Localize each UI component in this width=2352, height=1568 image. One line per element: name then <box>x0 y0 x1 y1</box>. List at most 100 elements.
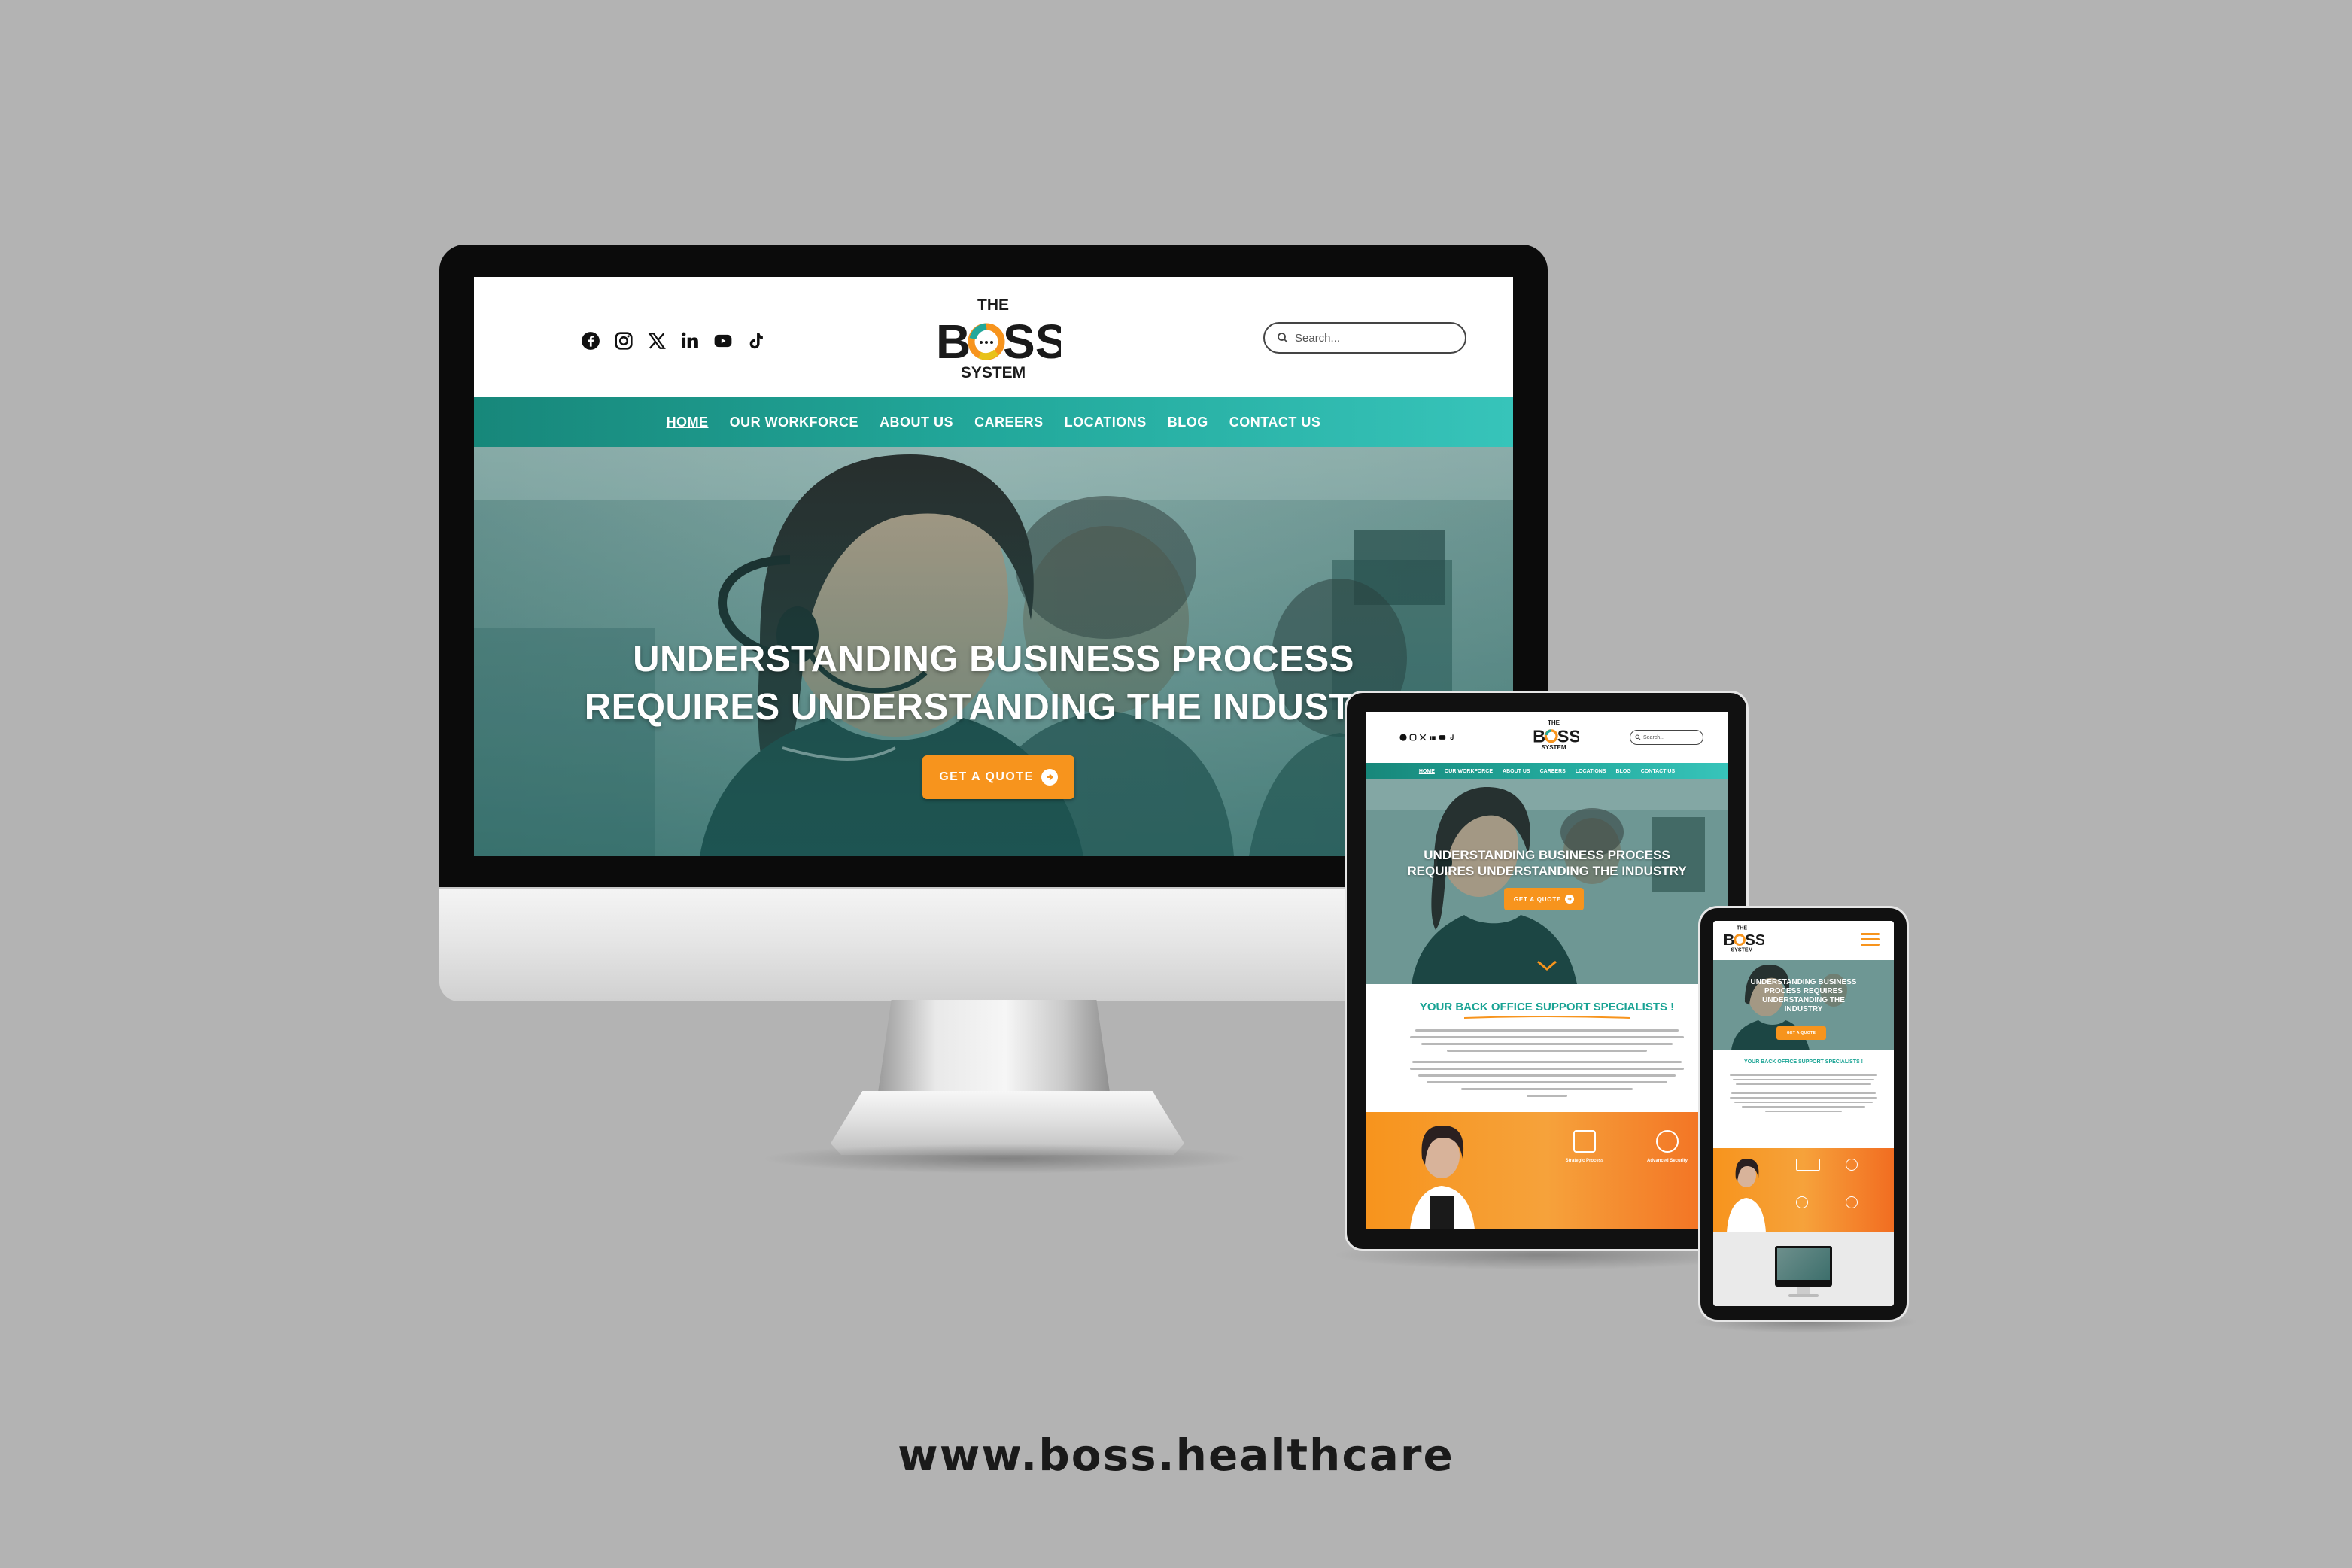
phone-hero-line-3: UNDERSTANDING THE <box>1762 996 1845 1004</box>
phone-hero: UNDERSTANDING BUSINESS PROCESS REQUIRES … <box>1713 960 1894 1050</box>
tablet-feature-1: Strategic Process <box>1554 1130 1615 1198</box>
site-header: THE B SS SYSTEM Search... <box>474 277 1513 397</box>
tablet-get-a-quote-button[interactable]: GET A QUOTE <box>1504 888 1584 910</box>
get-a-quote-label: GET A QUOTE <box>939 770 1034 783</box>
phone-hero-line-4: INDUSTRY <box>1784 1005 1823 1013</box>
shield-icon <box>1846 1159 1858 1171</box>
tablet-intro-title: YOUR BACK OFFICE SUPPORT SPECIALISTS ! <box>1419 1001 1675 1013</box>
tablet-person-image <box>1410 1126 1475 1229</box>
arrow-right-icon <box>1565 895 1575 904</box>
phone-intro-section: YOUR BACK OFFICE SUPPORT SPECIALISTS ! <box>1713 1050 1894 1148</box>
svg-text:SS: SS <box>1003 315 1061 369</box>
document-icon <box>1796 1159 1820 1171</box>
phone-screen: THE B SS SYSTEM UNDERSTANDING BUSINESS P… <box>1713 921 1894 1306</box>
tablet-hero-photo <box>1366 779 1728 984</box>
youtube-icon[interactable] <box>710 330 736 352</box>
tablet-feature-1-title: Strategic Process <box>1565 1159 1604 1163</box>
tablet-features-band: Strategic Process Advanced Security <box>1366 1112 1728 1229</box>
x-icon[interactable] <box>644 330 670 352</box>
tablet-hero: UNDERSTANDING BUSINESS PROCESS REQUIRES … <box>1366 779 1728 984</box>
youtube-icon[interactable] <box>1439 734 1446 741</box>
tablet-nav-careers[interactable]: CAREERS <box>1540 769 1566 774</box>
tablet-nav-our-workforce[interactable]: OUR WORKFORCE <box>1445 769 1493 774</box>
tablet-hero-headline: UNDERSTANDING BUSINESS PROCESS REQUIRES … <box>1366 847 1728 879</box>
tablet-nav-blog[interactable]: BLOG <box>1616 769 1631 774</box>
linkedin-icon[interactable] <box>677 330 703 352</box>
tablet-screen: THE B SS SYSTEM Search... HOME OUR WORKF… <box>1366 712 1728 1229</box>
boss-logo[interactable]: THE B SS SYSTEM <box>1529 718 1579 752</box>
tablet-nav-about-us[interactable]: ABOUT US <box>1503 769 1530 774</box>
tablet-get-a-quote-label: GET A QUOTE <box>1513 895 1562 903</box>
nav-item-home[interactable]: HOME <box>667 415 709 430</box>
svg-text:B: B <box>936 315 971 369</box>
x-icon[interactable] <box>1419 734 1427 741</box>
nav-item-blog[interactable]: BLOG <box>1168 415 1208 430</box>
svg-text:SS: SS <box>1557 726 1579 746</box>
monitor-shadow <box>760 1144 1249 1174</box>
phone-hero-line-1: UNDERSTANDING BUSINESS <box>1750 978 1857 986</box>
shield-icon <box>1656 1130 1679 1153</box>
instagram-icon[interactable] <box>1409 734 1417 741</box>
nav-item-locations[interactable]: LOCATIONS <box>1065 415 1147 430</box>
get-a-quote-button[interactable]: GET A QUOTE <box>922 755 1074 799</box>
tiktok-icon[interactable] <box>743 330 769 352</box>
tablet-hero-line-2: REQUIRES UNDERSTANDING THE INDUSTRY <box>1407 864 1687 878</box>
nav-item-contact-us[interactable]: CONTACT US <box>1229 415 1321 430</box>
tablet-nav-contact-us[interactable]: CONTACT US <box>1641 769 1675 774</box>
hamburger-menu-icon[interactable] <box>1861 933 1880 947</box>
mini-monitor-base <box>1788 1294 1819 1297</box>
svg-text:B: B <box>1724 931 1735 949</box>
hero-line-1: UNDERSTANDING BUSINESS PROCESS <box>633 639 1354 679</box>
tablet-nav-locations[interactable]: LOCATIONS <box>1576 769 1606 774</box>
title-underline <box>1464 1016 1630 1019</box>
svg-text:THE: THE <box>1548 719 1560 726</box>
mini-monitor-image <box>1775 1246 1832 1287</box>
tablet-nav-home[interactable]: HOME <box>1419 769 1435 774</box>
tablet-feature-2-title: Advanced Security <box>1646 1159 1688 1163</box>
phone-bottom-section <box>1713 1232 1894 1306</box>
chevron-down-icon[interactable] <box>1536 960 1557 971</box>
phone-person-image <box>1727 1159 1766 1232</box>
phone-get-a-quote-label: GET A QUOTE <box>1786 1031 1816 1035</box>
facebook-icon[interactable] <box>578 330 603 352</box>
document-icon <box>1573 1130 1596 1153</box>
search-icon <box>1278 333 1288 343</box>
boss-logo[interactable]: THE B SS SYSTEM <box>1719 924 1764 954</box>
social-links <box>578 330 769 352</box>
headset-icon <box>1846 1196 1858 1208</box>
nav-item-about-us[interactable]: ABOUT US <box>880 415 953 430</box>
search-box[interactable]: Search... <box>1263 322 1466 354</box>
facebook-icon[interactable] <box>1399 734 1407 741</box>
nav-item-our-workforce[interactable]: OUR WORKFORCE <box>730 415 859 430</box>
globe-icon <box>1796 1196 1808 1208</box>
tablet-search-box[interactable]: Search... <box>1630 730 1703 745</box>
svg-text:THE: THE <box>1737 926 1747 931</box>
tablet-header: THE B SS SYSTEM Search... <box>1366 712 1728 763</box>
svg-text:SS: SS <box>1745 931 1764 949</box>
tablet-search-placeholder: Search... <box>1643 734 1665 740</box>
phone-get-a-quote-button[interactable]: GET A QUOTE <box>1776 1026 1826 1040</box>
site-url-caption: www.boss.healthcare <box>898 1430 1454 1481</box>
logo-bottom-text: SYSTEM <box>961 364 1026 381</box>
phone-intro-body <box>1727 1071 1880 1115</box>
logo-top-text: THE <box>977 296 1009 314</box>
svg-text:SYSTEM: SYSTEM <box>1541 744 1566 751</box>
main-nav: HOME OUR WORKFORCE ABOUT US CAREERS LOCA… <box>474 397 1513 447</box>
phone-intro-title: YOUR BACK OFFICE SUPPORT SPECIALISTS ! <box>1744 1059 1863 1065</box>
boss-logo[interactable]: THE B SS SYSTEM <box>925 292 1061 386</box>
tablet-social-links <box>1399 734 1456 741</box>
svg-text:B: B <box>1533 726 1545 746</box>
mini-monitor-stand <box>1797 1287 1810 1294</box>
tablet-nav: HOME OUR WORKFORCE ABOUT US CAREERS LOCA… <box>1366 763 1728 779</box>
linkedin-icon[interactable] <box>1429 734 1436 741</box>
instagram-icon[interactable] <box>611 330 637 352</box>
tablet-hero-line-1: UNDERSTANDING BUSINESS PROCESS <box>1424 848 1670 862</box>
tablet-intro-section: YOUR BACK OFFICE SUPPORT SPECIALISTS ! <box>1366 984 1728 1112</box>
monitor-stand-neck <box>877 1000 1111 1098</box>
nav-item-careers[interactable]: CAREERS <box>974 415 1044 430</box>
arrow-right-icon <box>1041 769 1058 786</box>
phone-hero-headline: UNDERSTANDING BUSINESS PROCESS REQUIRES … <box>1713 978 1894 1014</box>
phone-features-band <box>1713 1148 1894 1232</box>
tablet-feature-2: Advanced Security <box>1637 1130 1697 1198</box>
tiktok-icon[interactable] <box>1448 734 1456 741</box>
